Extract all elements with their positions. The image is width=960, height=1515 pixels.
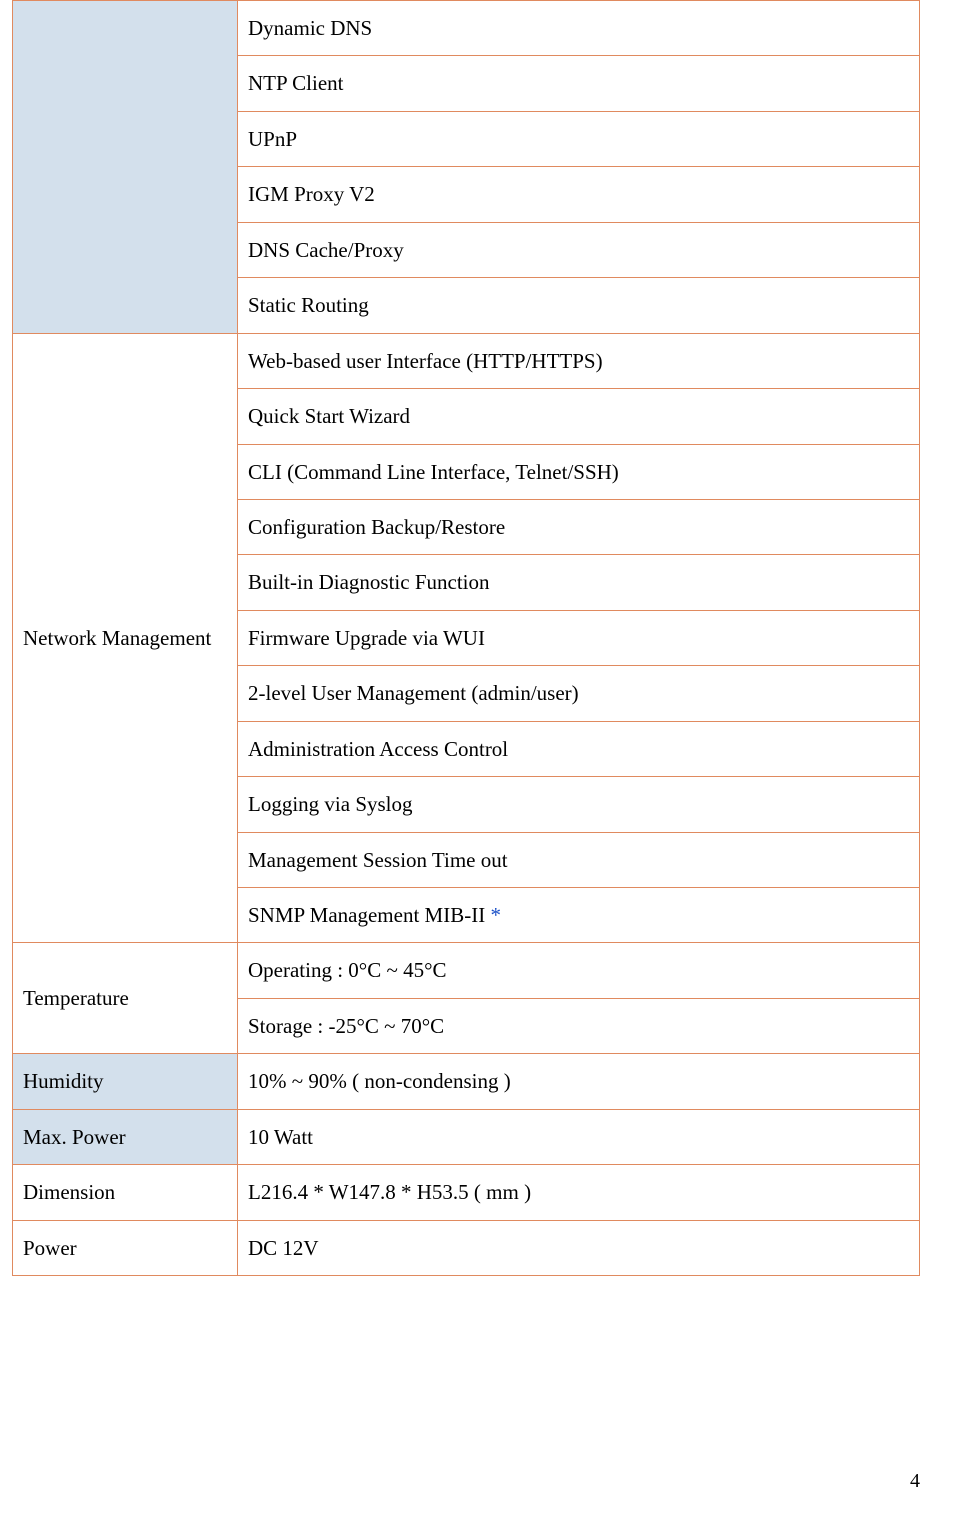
spec-table: Dynamic DNS NTP Client UPnP IGM Proxy V2… — [12, 0, 920, 1276]
table-row: Dynamic DNS — [13, 1, 920, 56]
value-cell: Web-based user Interface (HTTP/HTTPS) — [238, 333, 920, 388]
table-row: Max. Power 10 Watt — [13, 1109, 920, 1164]
value-text: SNMP Management MIB-II — [248, 903, 490, 927]
value-cell: NTP Client — [238, 56, 920, 111]
category-cell-humidity: Humidity — [13, 1054, 238, 1109]
category-cell-power: Power — [13, 1220, 238, 1275]
value-cell: CLI (Command Line Interface, Telnet/SSH) — [238, 444, 920, 499]
table-row: Humidity 10% ~ 90% ( non-condensing ) — [13, 1054, 920, 1109]
value-cell: L216.4 * W147.8 * H53.5 ( mm ) — [238, 1165, 920, 1220]
value-cell: Firmware Upgrade via WUI — [238, 610, 920, 665]
value-cell: Dynamic DNS — [238, 1, 920, 56]
value-cell: Storage : -25°C ~ 70°C — [238, 998, 920, 1053]
category-cell-temperature: Temperature — [13, 943, 238, 1054]
value-cell: IGM Proxy V2 — [238, 167, 920, 222]
value-cell: 10% ~ 90% ( non-condensing ) — [238, 1054, 920, 1109]
value-cell-snmp: SNMP Management MIB-II * — [238, 888, 920, 943]
value-cell: Management Session Time out — [238, 832, 920, 887]
page-number: 4 — [910, 1470, 920, 1493]
value-cell: DC 12V — [238, 1220, 920, 1275]
value-cell: Administration Access Control — [238, 721, 920, 776]
category-cell-continuation — [13, 1, 238, 334]
category-cell-dimension: Dimension — [13, 1165, 238, 1220]
asterisk-icon: * — [490, 903, 501, 927]
table-row: Network Management Web-based user Interf… — [13, 333, 920, 388]
value-cell: Operating : 0°C ~ 45°C — [238, 943, 920, 998]
table-row: Power DC 12V — [13, 1220, 920, 1275]
value-cell: UPnP — [238, 111, 920, 166]
category-cell-max-power: Max. Power — [13, 1109, 238, 1164]
value-cell: DNS Cache/Proxy — [238, 222, 920, 277]
category-cell-network-management: Network Management — [13, 333, 238, 943]
value-cell: Logging via Syslog — [238, 777, 920, 832]
page: Dynamic DNS NTP Client UPnP IGM Proxy V2… — [0, 0, 960, 1515]
table-row: Dimension L216.4 * W147.8 * H53.5 ( mm ) — [13, 1165, 920, 1220]
value-cell: 10 Watt — [238, 1109, 920, 1164]
value-cell: Quick Start Wizard — [238, 389, 920, 444]
value-cell: Static Routing — [238, 278, 920, 333]
table-row: Temperature Operating : 0°C ~ 45°C — [13, 943, 920, 998]
value-cell: Built-in Diagnostic Function — [238, 555, 920, 610]
value-cell: Configuration Backup/Restore — [238, 499, 920, 554]
value-cell: 2-level User Management (admin/user) — [238, 666, 920, 721]
